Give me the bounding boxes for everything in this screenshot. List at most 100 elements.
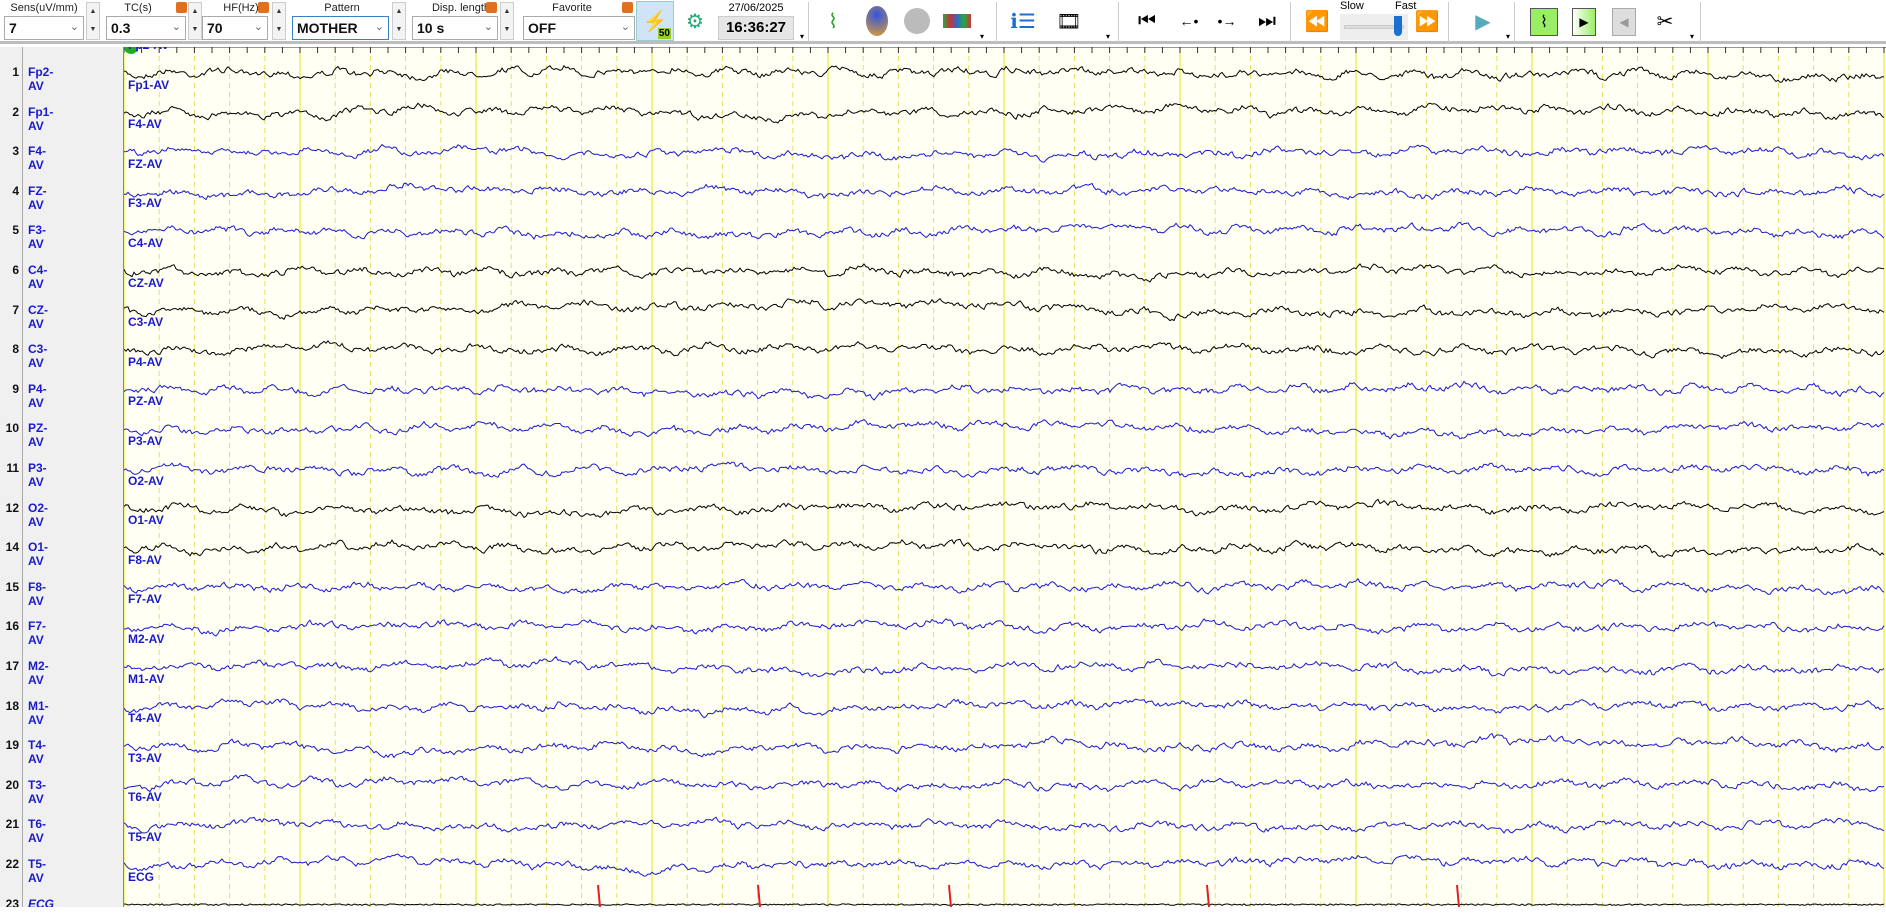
- clip-start-icon[interactable]: ▶: [1572, 8, 1596, 36]
- dropdown-arrow-icon[interactable]: ▾: [980, 32, 984, 41]
- eeg-trace-area[interactable]: Fp2-AV Fp1-AV F4-AV FZ-AV F3-AV C4-AV CZ-AV C3-…: [124, 47, 1886, 907]
- toolbar: Sens(uV/mm) 7 ⌄ ▲ ▼ TC(s) 0.3 ⌄ ▲ ▼ HF(Hz) 7…: [0, 0, 1886, 44]
- channel-number: 9: [12, 381, 19, 396]
- bottom-bar: [0, 907, 1886, 916]
- channel-overlay-label: ECG: [128, 869, 155, 884]
- channel-overlay-label: Fp1-AV: [128, 77, 170, 92]
- fast-forward-icon[interactable]: ⏩: [1410, 4, 1444, 38]
- channel-number: 4: [12, 183, 19, 198]
- go-end-icon[interactable]: ⏭: [1250, 4, 1284, 38]
- channel-number: 20: [5, 777, 19, 792]
- channel-overlay-label: P3-AV: [128, 434, 163, 448]
- sens-spinner[interactable]: ▲ ▼: [86, 2, 100, 40]
- waveform-marker-icon[interactable]: ⌇: [816, 4, 850, 38]
- channel-number: 15: [5, 579, 19, 594]
- dropdown-arrow-icon[interactable]: ▾: [1690, 32, 1694, 41]
- divider: [1118, 2, 1119, 42]
- channel-number: 2: [12, 104, 19, 119]
- video-play-icon[interactable]: 🎞: [1052, 4, 1086, 38]
- dropdown-arrow-icon[interactable]: ▾: [1106, 32, 1110, 41]
- channel-overlay-label: T5-AV: [128, 830, 162, 844]
- chevron-down-icon: ⌄: [620, 21, 630, 33]
- montage-settings-icon[interactable]: ⚙: [678, 4, 712, 38]
- channel-number: 5: [12, 223, 19, 238]
- notch-filter-button[interactable]: ⚡ 50: [636, 1, 674, 41]
- ecg-r-peak-marker: [597, 884, 601, 907]
- clip-end-icon[interactable]: ◀: [1612, 8, 1636, 36]
- channel-name: CZ-AV: [28, 302, 48, 331]
- speed-slider[interactable]: [1340, 14, 1408, 40]
- disp-length-select[interactable]: 10 s ⌄: [412, 16, 498, 40]
- divider: [1514, 2, 1515, 42]
- channel-overlay-label: C4-AV: [128, 236, 164, 250]
- go-start-icon[interactable]: ⏮: [1130, 4, 1164, 38]
- channel-number: 18: [5, 698, 19, 713]
- cut-icon[interactable]: ✂: [1648, 4, 1682, 38]
- pencil-icon[interactable]: [486, 2, 497, 13]
- tc-spinner[interactable]: ▲ ▼: [188, 2, 202, 40]
- pattern-spinner[interactable]: ▲ ▼: [392, 2, 406, 40]
- hf-spinner[interactable]: ▲ ▼: [272, 2, 286, 40]
- channel-name: O1-AV: [28, 540, 49, 569]
- divider: [996, 2, 997, 42]
- channel-number: 11: [6, 461, 19, 475]
- dropdown-arrow-icon[interactable]: ▾: [1506, 32, 1510, 41]
- pattern-value: MOTHER: [297, 20, 358, 36]
- eeg-traces: [124, 47, 1886, 907]
- channel-name: T6-AV: [28, 817, 46, 846]
- rewind-icon[interactable]: ⏪: [1300, 4, 1334, 38]
- play-icon[interactable]: ▶: [1466, 4, 1500, 38]
- divider: [1448, 2, 1449, 42]
- chevron-down-icon: ⌄: [483, 21, 493, 33]
- channel-name: PZ-AV: [28, 421, 48, 450]
- channel-name: F4-AV: [28, 144, 46, 173]
- head-map-icon[interactable]: [860, 4, 894, 38]
- channel-number: 14: [5, 540, 19, 555]
- channel-name: F8-AV: [28, 579, 46, 608]
- head-grey-icon[interactable]: [900, 4, 934, 38]
- step-forward-icon[interactable]: •→: [1210, 4, 1244, 38]
- dropdown-arrow-icon[interactable]: ▾: [800, 32, 804, 41]
- event-marker-icon[interactable]: ⌇: [1530, 8, 1558, 36]
- pencil-icon[interactable]: [258, 2, 269, 13]
- channel-name: O2-AV: [28, 500, 49, 529]
- disp-length-value: 10 s: [417, 20, 445, 36]
- channel-name: Fp2-AV: [28, 65, 54, 93]
- channel-overlay-label: T3-AV: [128, 750, 162, 765]
- tc-select[interactable]: 0.3 ⌄: [106, 16, 186, 40]
- divider: [22, 47, 23, 916]
- favorite-select[interactable]: OFF ⌄: [523, 16, 635, 40]
- slider-thumb[interactable]: [1394, 16, 1402, 36]
- channel-name: C4-AV: [28, 263, 48, 291]
- channel-name: C3-AV: [28, 342, 48, 371]
- chevron-down-icon: ⌄: [171, 21, 181, 33]
- channel-name: T4-AV: [28, 738, 46, 767]
- notch-badge: 50: [657, 28, 671, 39]
- channel-overlay-label: CZ-AV: [128, 275, 164, 290]
- sens-select[interactable]: 7 ⌄: [4, 16, 84, 40]
- sens-value: 7: [9, 20, 17, 36]
- channel-overlay-label: FZ-AV: [128, 156, 163, 171]
- date-label: 27/06/2025: [728, 2, 784, 14]
- channel-overlay-label: F7-AV: [128, 592, 162, 607]
- step-back-icon[interactable]: ←•: [1172, 4, 1206, 38]
- spectrum-icon[interactable]: [940, 4, 974, 38]
- channel-name: M2-AV: [28, 659, 49, 687]
- channel-name: M1-AV: [28, 698, 49, 727]
- disp-length-spinner[interactable]: ▲ ▼: [500, 2, 514, 40]
- divider: [808, 2, 809, 42]
- pattern-select[interactable]: MOTHER ⌄: [292, 16, 389, 40]
- tc-value: 0.3: [111, 20, 131, 36]
- channel-number: 6: [12, 263, 19, 277]
- channel-overlay-label: M1-AV: [128, 671, 165, 686]
- channel-name: P4-AV: [28, 381, 47, 410]
- patient-info-icon[interactable]: ℹ☰: [1006, 4, 1040, 38]
- channel-overlay-label: M2-AV: [128, 632, 165, 646]
- chevron-down-icon: ⌄: [374, 21, 384, 33]
- pencil-icon[interactable]: [622, 2, 633, 13]
- channel-number: 7: [12, 302, 19, 317]
- pencil-icon[interactable]: [176, 2, 187, 13]
- channel-name: FZ-AV: [28, 183, 47, 212]
- hf-select[interactable]: 70 ⌄: [202, 16, 268, 40]
- hf-value: 70: [207, 20, 223, 36]
